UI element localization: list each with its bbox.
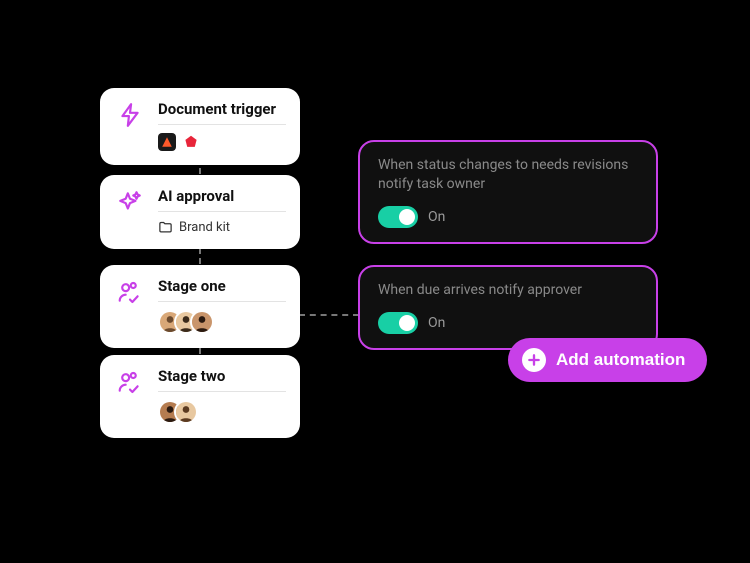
avatar: [174, 400, 198, 424]
app-badges: [158, 133, 286, 151]
toggle-switch[interactable]: [378, 312, 418, 334]
card-title: AI approval: [158, 187, 286, 212]
card-title: Document trigger: [158, 100, 286, 125]
card-stage-two[interactable]: Stage two: [100, 355, 300, 438]
toggle-label: On: [428, 315, 445, 331]
card-ai-approval[interactable]: AI approval Brand kit: [100, 175, 300, 249]
person-check-icon: [114, 367, 146, 395]
plus-icon: [522, 348, 546, 372]
toggle-label: On: [428, 209, 445, 225]
sparkle-icon: [114, 187, 146, 215]
lightning-icon: [114, 100, 146, 128]
folder-row: Brand kit: [158, 220, 286, 235]
card-stage-one[interactable]: Stage one: [100, 265, 300, 348]
connector-h1: [299, 314, 359, 316]
automation-description: When due arrives notify approver: [378, 281, 638, 300]
card-document-trigger[interactable]: Document trigger: [100, 88, 300, 165]
person-check-icon: [114, 277, 146, 305]
automation-description: When status changes to needs revisions n…: [378, 156, 638, 194]
automation-panel-1[interactable]: When status changes to needs revisions n…: [358, 140, 658, 244]
folder-label: Brand kit: [179, 220, 230, 235]
toggle-switch[interactable]: [378, 206, 418, 228]
folder-icon: [158, 220, 173, 235]
add-automation-button[interactable]: Add automation: [508, 338, 707, 382]
card-title: Stage one: [158, 277, 286, 302]
app-badge-1: [158, 133, 176, 151]
avatar-stack: [158, 310, 286, 334]
app-badge-2: [182, 133, 200, 151]
avatar-stack: [158, 400, 286, 424]
avatar: [190, 310, 214, 334]
connector-v2: [199, 248, 201, 264]
card-title: Stage two: [158, 367, 286, 392]
add-automation-label: Add automation: [556, 350, 685, 370]
